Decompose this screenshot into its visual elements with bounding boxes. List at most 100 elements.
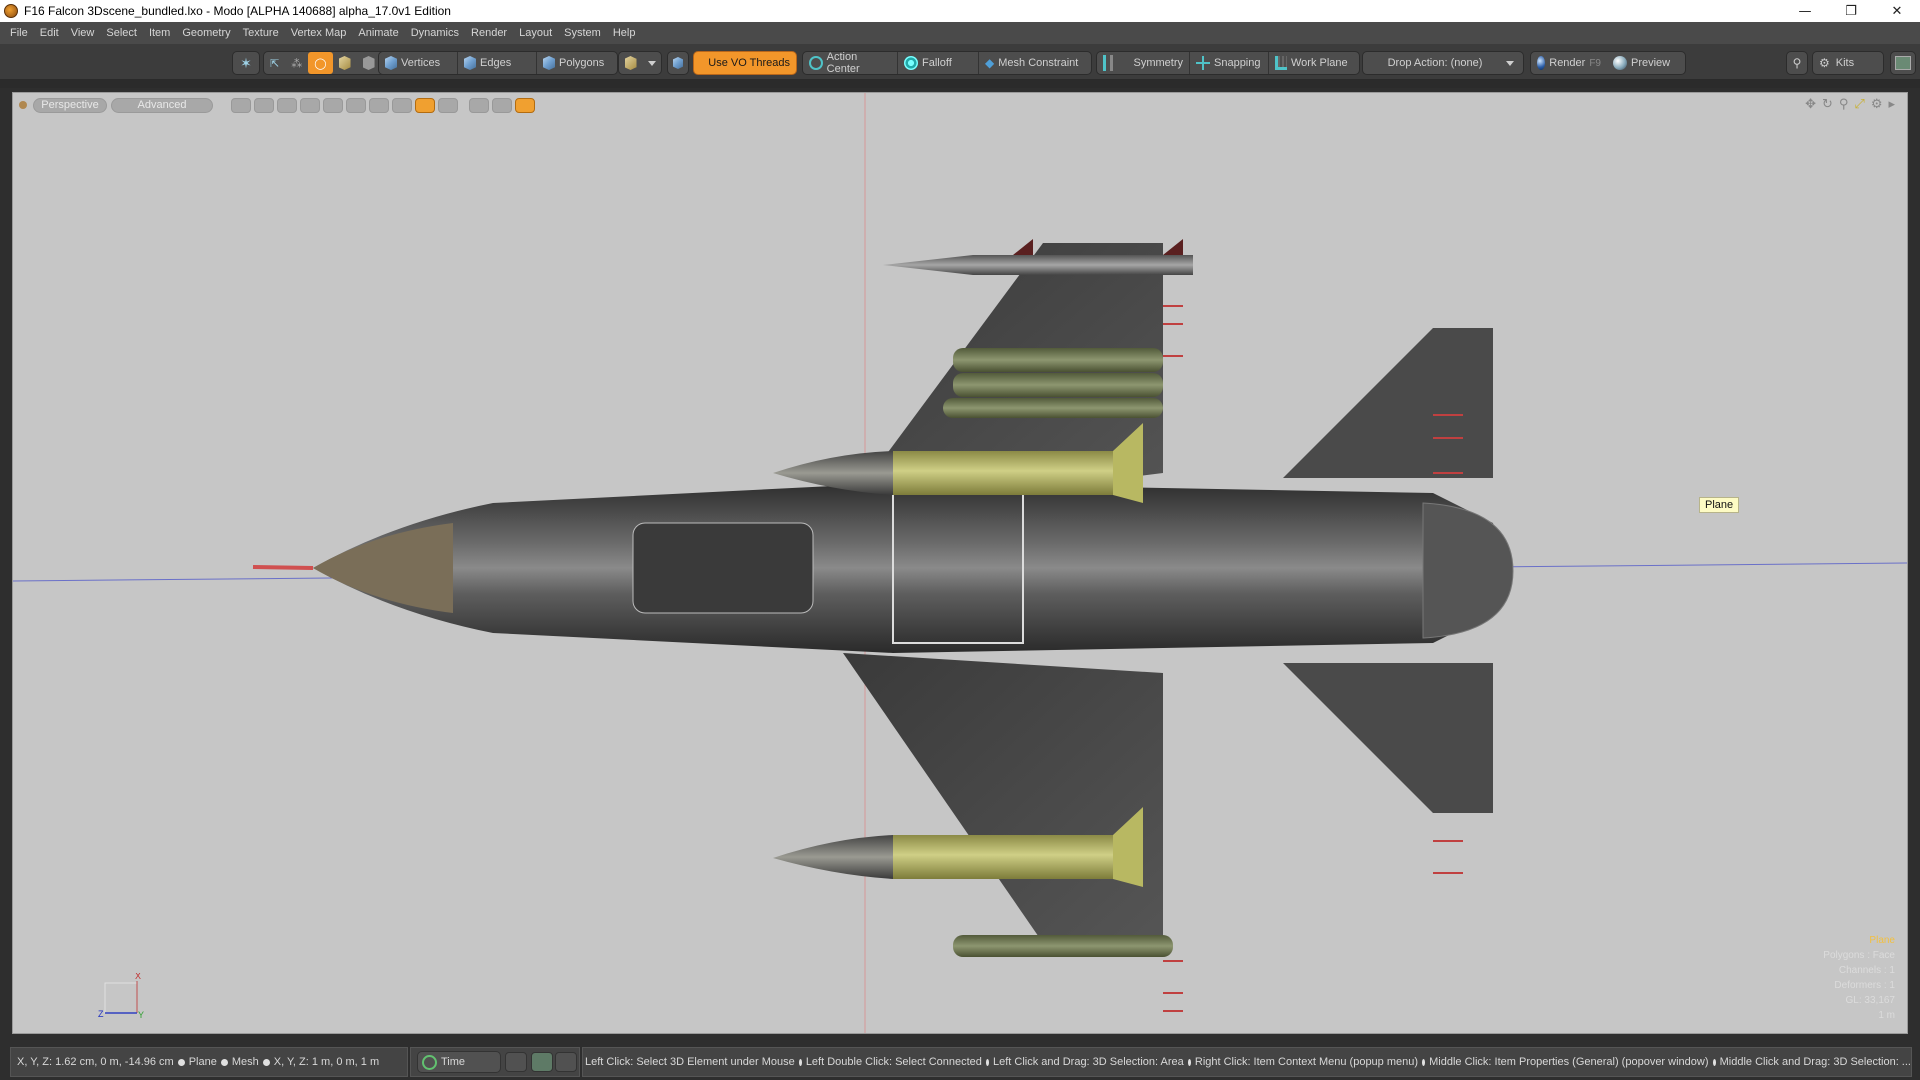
select-tool-button[interactable]: ⇱ [264, 52, 285, 74]
drop-action-dropdown[interactable]: Drop Action: (none) [1362, 51, 1524, 75]
backface-icon[interactable] [392, 97, 412, 113]
zoom-icon[interactable]: ⚲ [1839, 97, 1849, 112]
3d-viewport[interactable]: Perspective Advanced ✥ ↻ ⚲ ⤢ ⚙ ▸ Plane X… [12, 92, 1908, 1034]
render-button[interactable]: Render F9 [1531, 52, 1607, 74]
pivot-mode-button[interactable]: ⁂ [285, 52, 308, 74]
menu-dynamics[interactable]: Dynamics [405, 27, 465, 39]
preview-button[interactable]: Preview [1607, 52, 1683, 74]
timeline-controls: Time [410, 1047, 580, 1077]
menu-texture[interactable]: Texture [237, 27, 285, 39]
chevron-down-icon [647, 60, 656, 66]
checker-icon[interactable] [231, 97, 251, 113]
symmetry-button[interactable]: Symmetry [1097, 52, 1189, 74]
shading-mode-pill[interactable]: Advanced [111, 97, 213, 113]
light-icon[interactable] [492, 97, 512, 113]
falloff-button[interactable]: Falloff [898, 52, 978, 74]
rotate-icon[interactable]: ↻ [1822, 97, 1833, 112]
auto-select-button[interactable] [667, 51, 689, 75]
hint-text: Left Click: Select 3D Element under Mous… [585, 1056, 795, 1068]
menu-system[interactable]: System [558, 27, 607, 39]
pitot-tube [252, 565, 314, 570]
restore-button[interactable]: ❐ [1828, 0, 1874, 22]
mouse-hints: Left Click: Select 3D Element under Mous… [582, 1047, 1912, 1077]
axis-gizmo: X Z Y [98, 973, 144, 1020]
item-mode-dropdown[interactable] [618, 51, 662, 75]
palette-button[interactable] [505, 1052, 527, 1072]
menu-help[interactable]: Help [607, 27, 642, 39]
layers-icon[interactable] [323, 97, 343, 113]
material-mode-button[interactable] [333, 52, 357, 74]
timeline-toggle-button[interactable] [555, 1052, 577, 1072]
edges-mode-button[interactable]: Edges [458, 52, 536, 74]
texture-icon[interactable] [300, 97, 320, 113]
part-mode-button[interactable] [357, 52, 381, 74]
info-grid-size: 1 m [1878, 1010, 1895, 1021]
vertex-icon[interactable] [369, 97, 389, 113]
status-bar: X, Y, Z: 1.62 cm, 0 m, -14.96 cm Plane M… [0, 1046, 1920, 1080]
clock-icon [422, 1054, 437, 1070]
hint-text: Left Click and Drag: 3D Selection: Area [993, 1056, 1184, 1068]
viewport-menu-dot[interactable] [19, 101, 27, 109]
snapping-icon [1196, 56, 1210, 70]
menu-vertex-map[interactable]: Vertex Map [285, 27, 353, 39]
work-plane-button[interactable]: Work Plane [1269, 52, 1357, 74]
polygons-label: Polygons [559, 57, 605, 69]
bullet-separator [262, 1058, 270, 1066]
menu-geometry[interactable]: Geometry [176, 27, 236, 39]
lower-wing [843, 653, 1163, 943]
minimize-button[interactable]: — [1782, 0, 1828, 22]
pan-icon[interactable]: ✥ [1805, 97, 1816, 112]
scene-canvas[interactable] [13, 93, 1908, 1034]
menu-view[interactable]: View [65, 27, 101, 39]
viewport-settings-icon[interactable]: ⚙ [1871, 97, 1883, 112]
menu-bar: File Edit View Select Item Geometry Text… [0, 22, 1920, 44]
fuselage [313, 483, 1503, 653]
mesh-constraint-button[interactable]: ◆ Mesh Constraint [979, 52, 1089, 74]
view-mode-pill[interactable]: Perspective [33, 97, 107, 113]
mesh-constraint-icon: ◆ [985, 56, 995, 70]
panel-toggle-button[interactable] [531, 1052, 553, 1072]
item-mode-button[interactable]: ✶ [232, 51, 260, 75]
component-mode-group: Vertices Edges Polygons [378, 51, 618, 75]
action-center-button[interactable]: Action Center [803, 51, 897, 75]
wireframe-icon[interactable] [277, 97, 297, 113]
use-vo-threads-button[interactable]: Use VO Threads [693, 51, 797, 75]
position-readout: X, Y, Z: 1.62 cm, 0 m, -14.96 cm [17, 1056, 174, 1068]
xray-icon[interactable] [415, 97, 435, 113]
camera-icon[interactable] [469, 97, 489, 113]
bullet-separator [220, 1058, 228, 1066]
bullet-separator [985, 1058, 990, 1066]
edges-cube-icon [464, 56, 476, 70]
pivot-axis-icon[interactable] [346, 97, 366, 113]
menu-file[interactable]: File [4, 27, 34, 39]
lasso-mode-button[interactable]: ◯ [308, 52, 333, 74]
polygons-mode-button[interactable]: Polygons [537, 52, 615, 74]
menu-item[interactable]: Item [143, 27, 176, 39]
menu-render[interactable]: Render [465, 27, 513, 39]
menu-edit[interactable]: Edit [34, 27, 65, 39]
viewport-nav-icons: ✥ ↻ ⚲ ⤢ ⚙ ▸ [1805, 97, 1895, 112]
close-button[interactable]: ✕ [1874, 0, 1920, 22]
snapping-button[interactable]: Snapping [1190, 52, 1268, 74]
drop-action-label: Drop Action: (none) [1387, 57, 1483, 69]
search-tools-button[interactable]: ⚲ [1786, 51, 1808, 75]
chevron-right-icon[interactable]: ▸ [1888, 97, 1895, 112]
bullet-separator [1422, 1058, 1426, 1066]
render-region-icon[interactable] [515, 97, 535, 113]
menu-animate[interactable]: Animate [352, 27, 404, 39]
menu-select[interactable]: Select [100, 27, 143, 39]
z-axis-label: Z [98, 1009, 104, 1019]
fit-icon[interactable]: ⤢ [1854, 97, 1864, 112]
hint-text: Middle Click and Drag: 3D Selection: ... [1719, 1056, 1911, 1068]
menu-layout[interactable]: Layout [513, 27, 558, 39]
crosshair-icon [809, 56, 823, 70]
info-deformers: Deformers : 1 [1834, 980, 1895, 991]
kits-button[interactable]: ⚙ Kits [1812, 51, 1884, 75]
grid-icon[interactable] [254, 97, 274, 113]
vertices-mode-button[interactable]: Vertices [379, 52, 457, 74]
hint-text: Middle Click: Item Properties (General) … [1429, 1056, 1709, 1068]
lasso-icon: ◯ [314, 57, 327, 70]
layout-toggle-button[interactable] [1890, 51, 1916, 75]
shade-icon[interactable] [438, 97, 458, 113]
time-button[interactable]: Time [417, 1051, 501, 1073]
